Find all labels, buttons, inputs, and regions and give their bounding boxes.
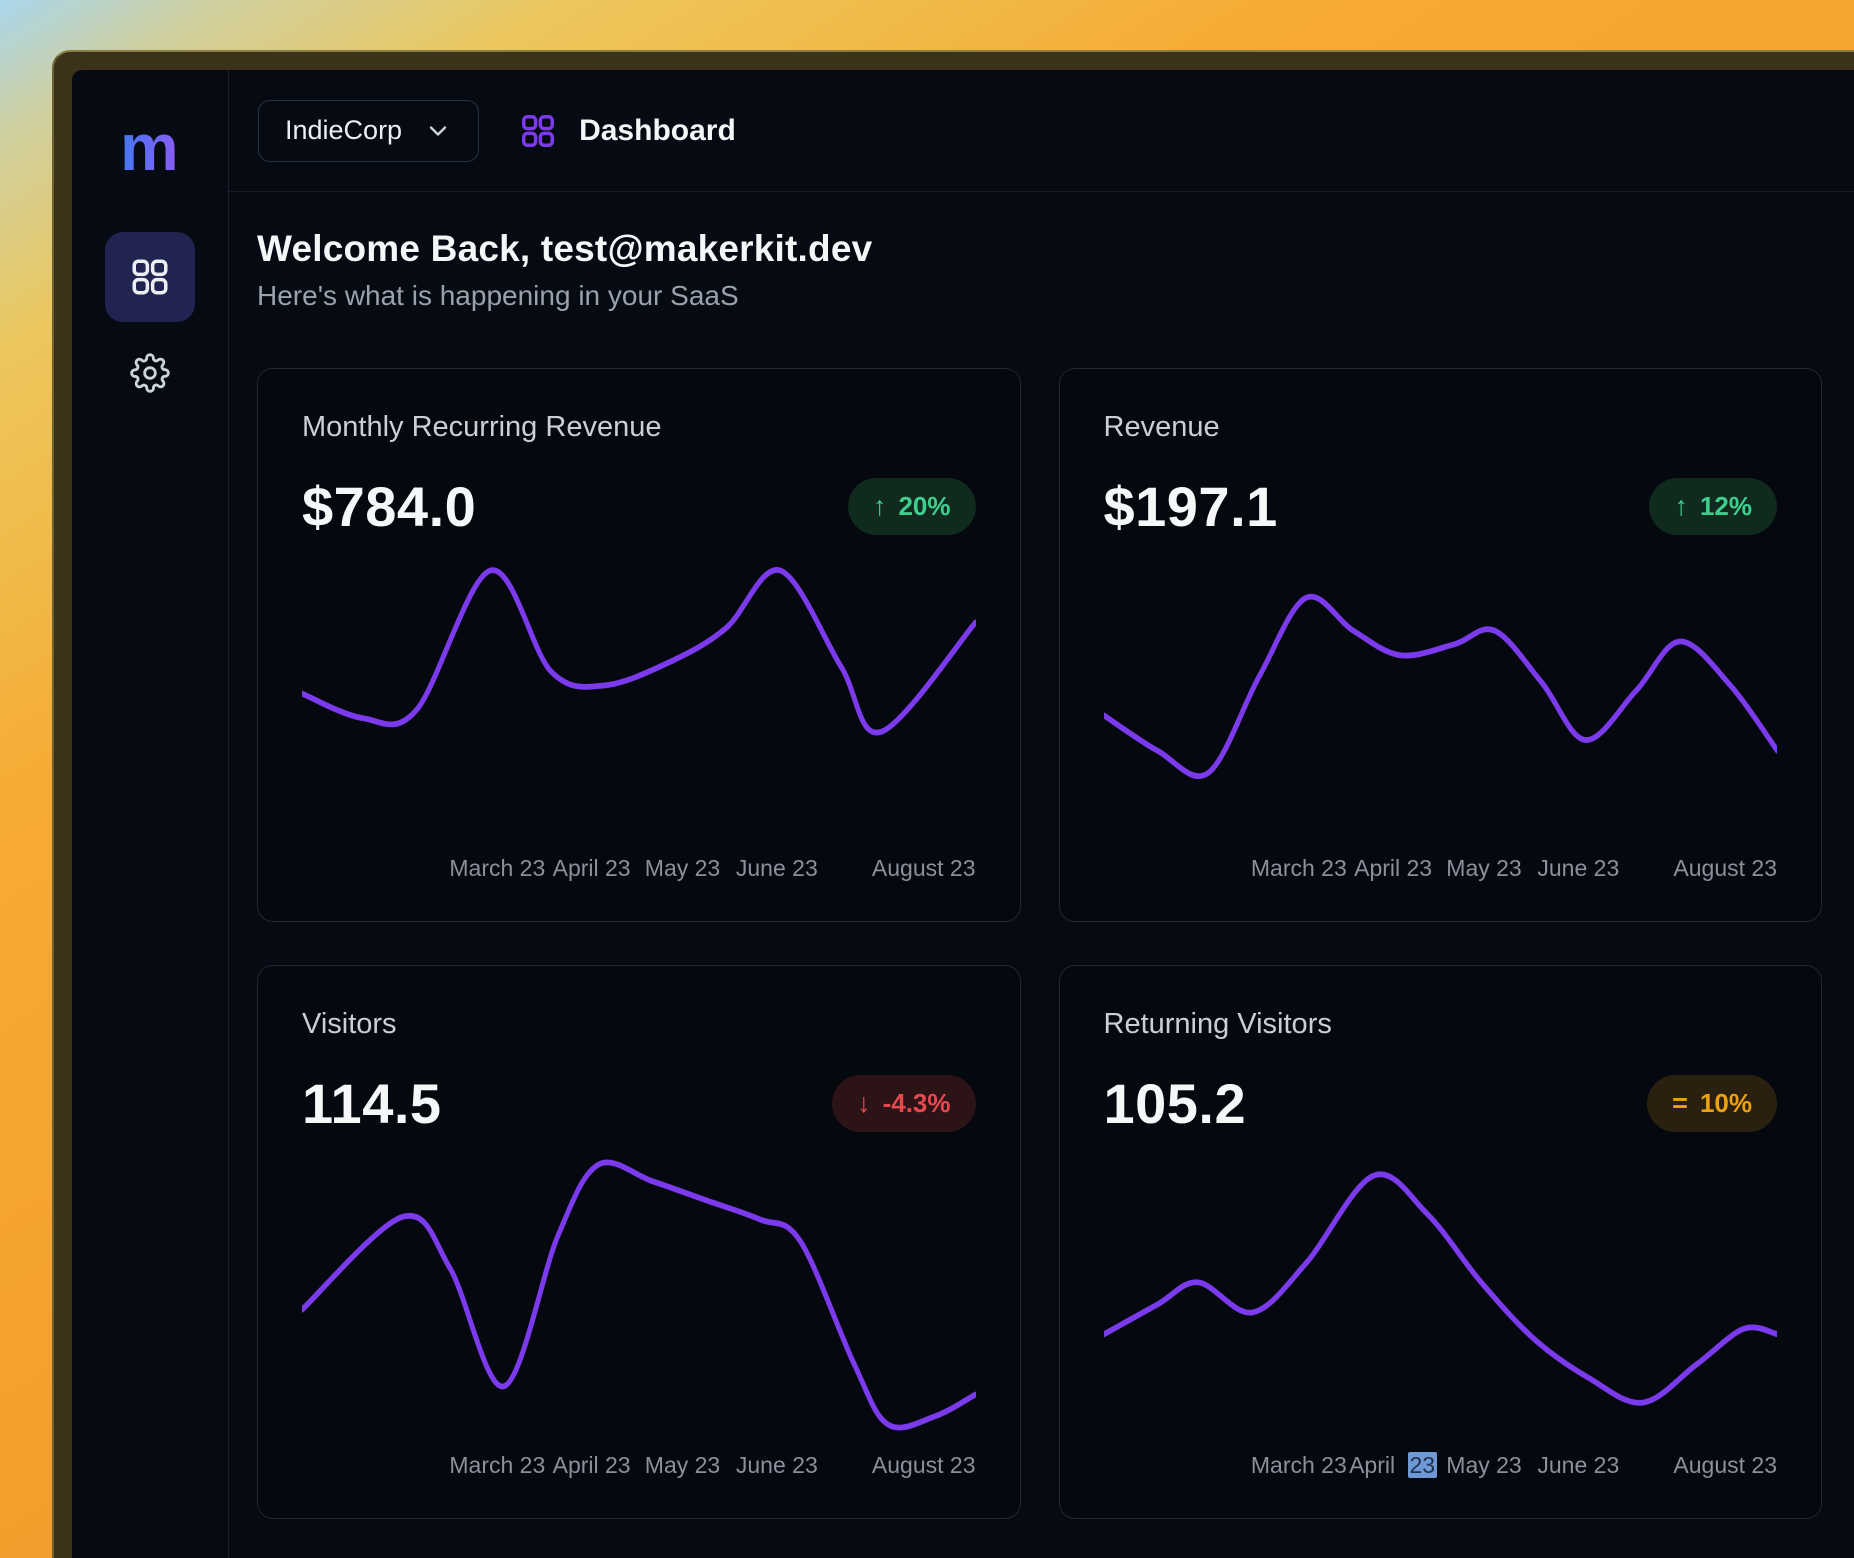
- card-monthly-recurring-revenue: Monthly Recurring Revenue $784.0 ↑ 20%: [257, 368, 1021, 922]
- card-title: Returning Visitors: [1104, 1008, 1778, 1041]
- value-row: 105.2 = 10%: [1104, 1071, 1778, 1136]
- line-chart: [302, 553, 976, 845]
- x-axis: March 23April 23 May 23 June 23 August 23: [1104, 1452, 1778, 1482]
- welcome-title: Welcome Back, test@makerkit.dev: [257, 228, 1822, 270]
- value-row: $784.0 ↑ 20%: [302, 474, 976, 539]
- grid-icon: [129, 256, 171, 298]
- x-axis-label: August 23: [1673, 1452, 1777, 1479]
- x-axis-label: June 23: [1537, 855, 1619, 882]
- x-axis-label: April 23: [553, 1452, 631, 1479]
- topbar: IndieCorp: [229, 70, 1854, 192]
- grid-icon: [519, 112, 557, 150]
- card-title: Visitors: [302, 1008, 976, 1041]
- app-window: m: [52, 50, 1854, 1558]
- x-axis-label: June 23: [736, 1452, 818, 1479]
- trend-badge: ↑ 20%: [848, 478, 976, 535]
- main-column: IndieCorp: [229, 70, 1854, 1558]
- x-axis-label: May 23: [645, 855, 720, 882]
- x-axis-label: April 23: [553, 855, 631, 882]
- card-returning-visitors: Returning Visitors 105.2 = 10%: [1059, 965, 1823, 1519]
- app-content: m: [72, 70, 1854, 1558]
- trend-badge: ↑ 12%: [1649, 478, 1777, 535]
- x-axis-label: March 23: [1251, 855, 1347, 882]
- card-revenue: Revenue $197.1 ↑ 12% Ma: [1059, 368, 1823, 922]
- team-selector-button[interactable]: IndieCorp: [258, 100, 479, 162]
- card-title: Monthly Recurring Revenue: [302, 411, 976, 444]
- welcome-subtitle: Here's what is happening in your SaaS: [257, 280, 1822, 312]
- x-axis-label: May 23: [1446, 855, 1521, 882]
- x-axis-label: May 23: [645, 1452, 720, 1479]
- x-axis: March 23 April 23 May 23 June 23 August 23: [1104, 855, 1778, 885]
- x-axis-label: April 23: [1354, 855, 1432, 882]
- line-chart: [302, 1150, 976, 1442]
- value-row: 114.5 ↓ -4.3%: [302, 1071, 976, 1136]
- text-selection: 23: [1408, 1452, 1438, 1478]
- makerkit-logo[interactable]: m: [112, 96, 188, 204]
- x-axis-label: May 23: [1446, 1452, 1521, 1479]
- x-axis-label: June 23: [736, 855, 818, 882]
- logo-letter: m: [120, 112, 179, 184]
- gear-icon: [130, 353, 170, 393]
- metric-value: $784.0: [302, 474, 476, 539]
- x-axis-label: March 23: [1251, 1452, 1347, 1479]
- metric-value: 105.2: [1104, 1071, 1247, 1136]
- sidebar-item-dashboard[interactable]: [105, 232, 195, 322]
- value-row: $197.1 ↑ 12%: [1104, 474, 1778, 539]
- x-axis-label: August 23: [872, 855, 976, 882]
- trend-badge: ↓ -4.3%: [832, 1075, 975, 1132]
- sidebar-item-settings[interactable]: [115, 338, 185, 408]
- page-heading: Dashboard: [519, 112, 736, 150]
- trend-arrow-icon: ↓: [857, 1090, 871, 1117]
- x-axis-label: March 23: [449, 855, 545, 882]
- trend-badge: = 10%: [1647, 1075, 1777, 1132]
- x-axis-label: March 23: [449, 1452, 545, 1479]
- metric-value: 114.5: [302, 1071, 442, 1136]
- team-selector-label: IndieCorp: [285, 115, 402, 146]
- dashboard-content: Welcome Back, test@makerkit.dev Here's w…: [229, 192, 1854, 1558]
- sidebar: m: [72, 70, 229, 1558]
- card-visitors: Visitors 114.5 ↓ -4.3%: [257, 965, 1021, 1519]
- x-axis-label: April 23: [1349, 1452, 1437, 1479]
- metric-value: $197.1: [1104, 474, 1278, 539]
- x-axis: March 23 April 23 May 23 June 23 August 23: [302, 1452, 976, 1482]
- trend-arrow-icon: ↑: [873, 493, 887, 520]
- trend-arrow-icon: ↑: [1674, 493, 1688, 520]
- desktop-wallpaper: m: [0, 0, 1854, 1558]
- line-chart: [1104, 1150, 1778, 1442]
- metric-cards-grid: Monthly Recurring Revenue $784.0 ↑ 20%: [257, 368, 1822, 1519]
- page-title: Dashboard: [579, 114, 736, 148]
- trend-equal-icon: =: [1672, 1090, 1688, 1117]
- x-axis: March 23 April 23 May 23 June 23 August 23: [302, 855, 976, 885]
- x-axis-label: August 23: [872, 1452, 976, 1479]
- line-chart: [1104, 553, 1778, 845]
- card-title: Revenue: [1104, 411, 1778, 444]
- x-axis-label: August 23: [1673, 855, 1777, 882]
- chevron-down-icon: [424, 117, 452, 145]
- x-axis-label: June 23: [1537, 1452, 1619, 1479]
